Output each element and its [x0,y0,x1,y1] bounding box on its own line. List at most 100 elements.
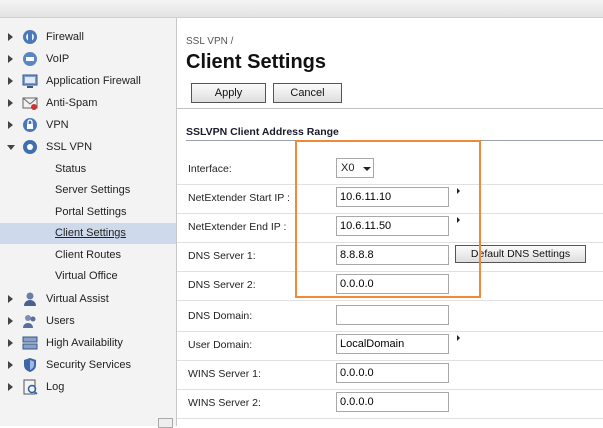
sidebar-item-vpn[interactable]: VPN [0,115,176,137]
sidebar-item-application-firewall[interactable]: Application Firewall [0,71,176,93]
field-marker-icon [457,188,460,194]
sidebar-item-users[interactable]: Users [0,311,176,333]
end-ip-row: NetExtender End IP : [177,213,603,243]
expand-arrow-icon[interactable] [8,121,13,129]
sidebar-subitem-portal-settings[interactable]: Portal Settings [0,202,176,223]
expand-arrow-icon[interactable] [8,55,13,63]
sidebar-subitem-label: Virtual Office [55,270,118,282]
dns-server-2-label: DNS Server 2: [188,279,256,291]
dns-domain-row: DNS Domain: [177,302,603,332]
section-title: SSLVPN Client Address Range [186,126,339,138]
dns-server-2-input[interactable] [336,274,449,294]
sidebar-item-label: High Availability [46,337,123,349]
wins-server-1-input[interactable] [336,363,449,383]
sidebar-item-label: Firewall [46,31,84,43]
expand-arrow-icon[interactable] [8,339,13,347]
sidebar-item-label: Virtual Assist [46,293,109,305]
toolbar-divider [177,108,603,109]
sidebar-subitem-label: Portal Settings [55,206,127,218]
dns-server-2-row: DNS Server 2: [177,271,603,301]
wins-server-1-label: WINS Server 1: [188,368,261,380]
wins-server-2-input[interactable] [336,392,449,412]
sidebar-item-anti-spam[interactable]: Anti-Spam [0,93,176,115]
expand-arrow-icon[interactable] [8,99,13,107]
expand-arrow-icon[interactable] [8,33,13,41]
expand-arrow-icon[interactable] [8,383,13,391]
sidebar-subitem-label: Status [55,163,87,175]
sidebar: Firewall VoIP Application Firewall Anti-… [0,18,177,428]
section-divider [186,140,603,141]
sidebar-item-security-services[interactable]: Security Services [0,355,176,377]
sidebar-subitem-client-settings[interactable]: Client Settings [0,223,176,244]
collapse-arrow-icon[interactable] [7,145,15,150]
interface-label: Interface: [188,163,232,175]
firewall-icon [23,30,37,44]
sidebar-item-label: SSL VPN [46,141,93,153]
expand-arrow-icon[interactable] [8,361,13,369]
end-ip-label: NetExtender End IP : [188,221,287,233]
top-toolbar-strip [0,0,603,18]
expand-arrow-icon[interactable] [8,77,13,85]
cancel-button[interactable]: Cancel [273,83,342,103]
sidebar-item-ssl-vpn[interactable]: SSL VPN [0,137,176,159]
sidebar-subitem-label: Client Routes [55,249,122,261]
dns-domain-label: DNS Domain: [188,310,253,322]
sidebar-item-virtual-assist[interactable]: Virtual Assist [0,289,176,311]
vpn-icon [23,118,37,132]
virtual-assist-icon [24,292,36,306]
end-ip-input[interactable] [336,216,449,236]
sidebar-item-label: VoIP [46,53,70,65]
voip-icon [23,52,37,66]
user-domain-row: User Domain: [177,331,603,361]
shield-icon [24,358,36,372]
sidebar-item-log[interactable]: Log [0,377,176,399]
sidebar-item-high-availability[interactable]: High Availability [0,333,176,355]
user-domain-label: User Domain: [188,339,253,351]
interface-row: Interface: X0 [177,155,603,185]
dns-server-1-input[interactable] [336,245,449,265]
wins-server-2-row: WINS Server 2: [177,389,603,419]
start-ip-row: NetExtender Start IP : [177,184,603,214]
sidebar-scroll-button[interactable] [158,418,173,428]
users-icon [23,315,36,328]
sidebar-item-label: VPN [46,119,69,131]
sidebar-item-voip[interactable]: VoIP [0,49,176,71]
start-ip-input[interactable] [336,187,449,207]
ssl-vpn-icon [23,140,37,154]
start-ip-label: NetExtender Start IP : [188,192,290,204]
wins-server-2-label: WINS Server 2: [188,397,261,409]
default-dns-settings-button[interactable]: Default DNS Settings [455,245,586,263]
user-domain-input[interactable] [336,334,449,354]
interface-select[interactable]: X0 [336,158,374,178]
field-marker-icon [457,217,460,223]
sidebar-item-firewall[interactable]: Firewall [0,27,176,49]
log-icon [23,379,38,395]
sidebar-subitem-virtual-office[interactable]: Virtual Office [0,266,176,287]
sidebar-subitem-client-routes[interactable]: Client Routes [0,245,176,266]
breadcrumb: SSL VPN / [186,36,234,47]
sidebar-item-label: Log [46,381,65,393]
sidebar-item-label: Users [46,315,75,327]
dns-server-1-row: DNS Server 1: Default DNS Settings [177,242,603,272]
sidebar-item-label: Security Services [46,359,131,371]
sidebar-subitem-server-settings[interactable]: Server Settings [0,180,176,201]
apply-button[interactable]: Apply [191,83,266,103]
field-marker-icon [457,335,460,341]
sidebar-subitem-status[interactable]: Status [0,159,176,180]
expand-arrow-icon[interactable] [8,295,13,303]
high-availability-icon [22,336,38,350]
dns-server-1-label: DNS Server 1: [188,250,256,262]
expand-arrow-icon[interactable] [8,317,13,325]
application-firewall-icon [22,74,38,88]
sidebar-item-label: Application Firewall [46,75,141,87]
interface-select-value: X0 [341,162,355,174]
dns-domain-input[interactable] [336,305,449,325]
sidebar-item-label: Anti-Spam [46,97,98,109]
page-title: Client Settings [186,51,327,73]
anti-spam-icon [22,97,38,110]
wins-server-1-row: WINS Server 1: [177,360,603,390]
sidebar-subitem-label: Server Settings [55,184,131,196]
sidebar-subitem-label: Client Settings [55,227,126,239]
main-panel: SSL VPN / Client Settings Apply Cancel S… [177,18,603,426]
chevron-down-icon [363,167,371,171]
